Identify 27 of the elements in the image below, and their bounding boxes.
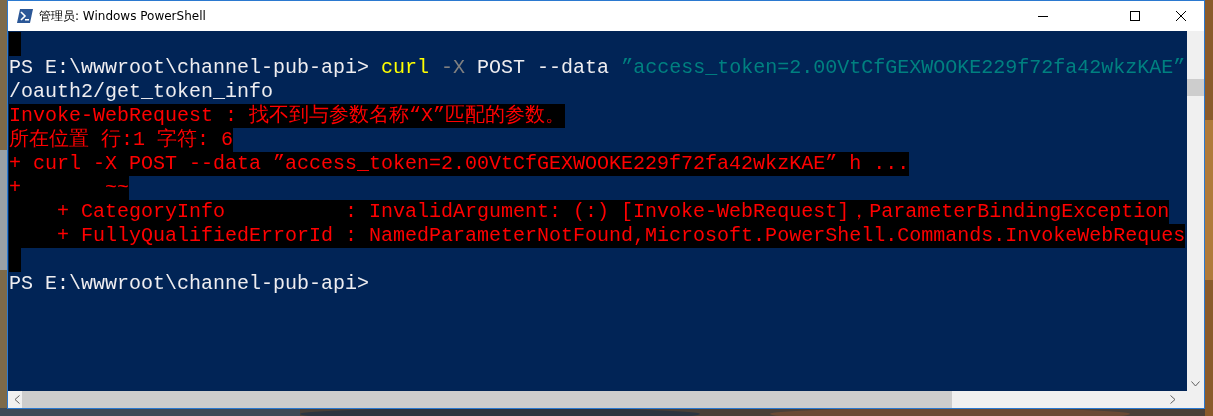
error-text: + FullyQualifiedErrorId : NamedParameterNotFound,Microsoft.PowerShell.Commands.InvokeWebReques: [9, 224, 1186, 248]
scroll-right-icon[interactable]: [1170, 395, 1176, 404]
console-text: PS E:\wwwroot\channel-pub-api>: [9, 272, 370, 296]
error-text: + ~~: [9, 176, 130, 200]
console-text: PS E:\wwwroot\channel-pub-api>: [9, 56, 371, 80]
command-name: curl: [381, 56, 430, 80]
minimize-icon: [1038, 15, 1048, 17]
maximize-icon: [1130, 11, 1140, 21]
highlight-block: [9, 248, 21, 272]
scrollbar-thumb[interactable]: [22, 391, 952, 408]
horizontal-scrollbar[interactable]: [8, 391, 1204, 408]
error-text: Invoke-WebRequest : 找不到与参数名称“X”匹配的参数。: [9, 104, 566, 128]
scrollbar-thumb[interactable]: [1187, 79, 1204, 96]
error-text: + CategoryInfo : InvalidArgument: (:) [Invoke-WebRequest]，ParameterBindingException: [9, 200, 1170, 224]
console-text: /oauth2/get_token_info: [9, 80, 274, 104]
error-text: 所在位置 行:1 字符: 6: [9, 128, 233, 152]
powershell-icon: [17, 9, 33, 23]
window-title: 管理员: Windows PowerShell: [39, 8, 206, 25]
scroll-down-icon[interactable]: [1191, 381, 1200, 387]
close-icon: [1176, 11, 1186, 21]
string-argument: ”access_token=2.00VtCfGEXWOOKE229f72fa42wkzKAE”: [621, 56, 1186, 80]
console-text: POST --data: [476, 56, 611, 80]
scroll-left-icon[interactable]: [14, 395, 20, 404]
vertical-scrollbar[interactable]: [1187, 31, 1204, 391]
error-text: + curl -X POST --data ”access_token=2.00VtCfGEXWOOKE229f72fa42wkzKAE” h ...: [9, 152, 910, 176]
command-parameter: -X: [440, 56, 466, 80]
highlight-block: [9, 32, 21, 56]
